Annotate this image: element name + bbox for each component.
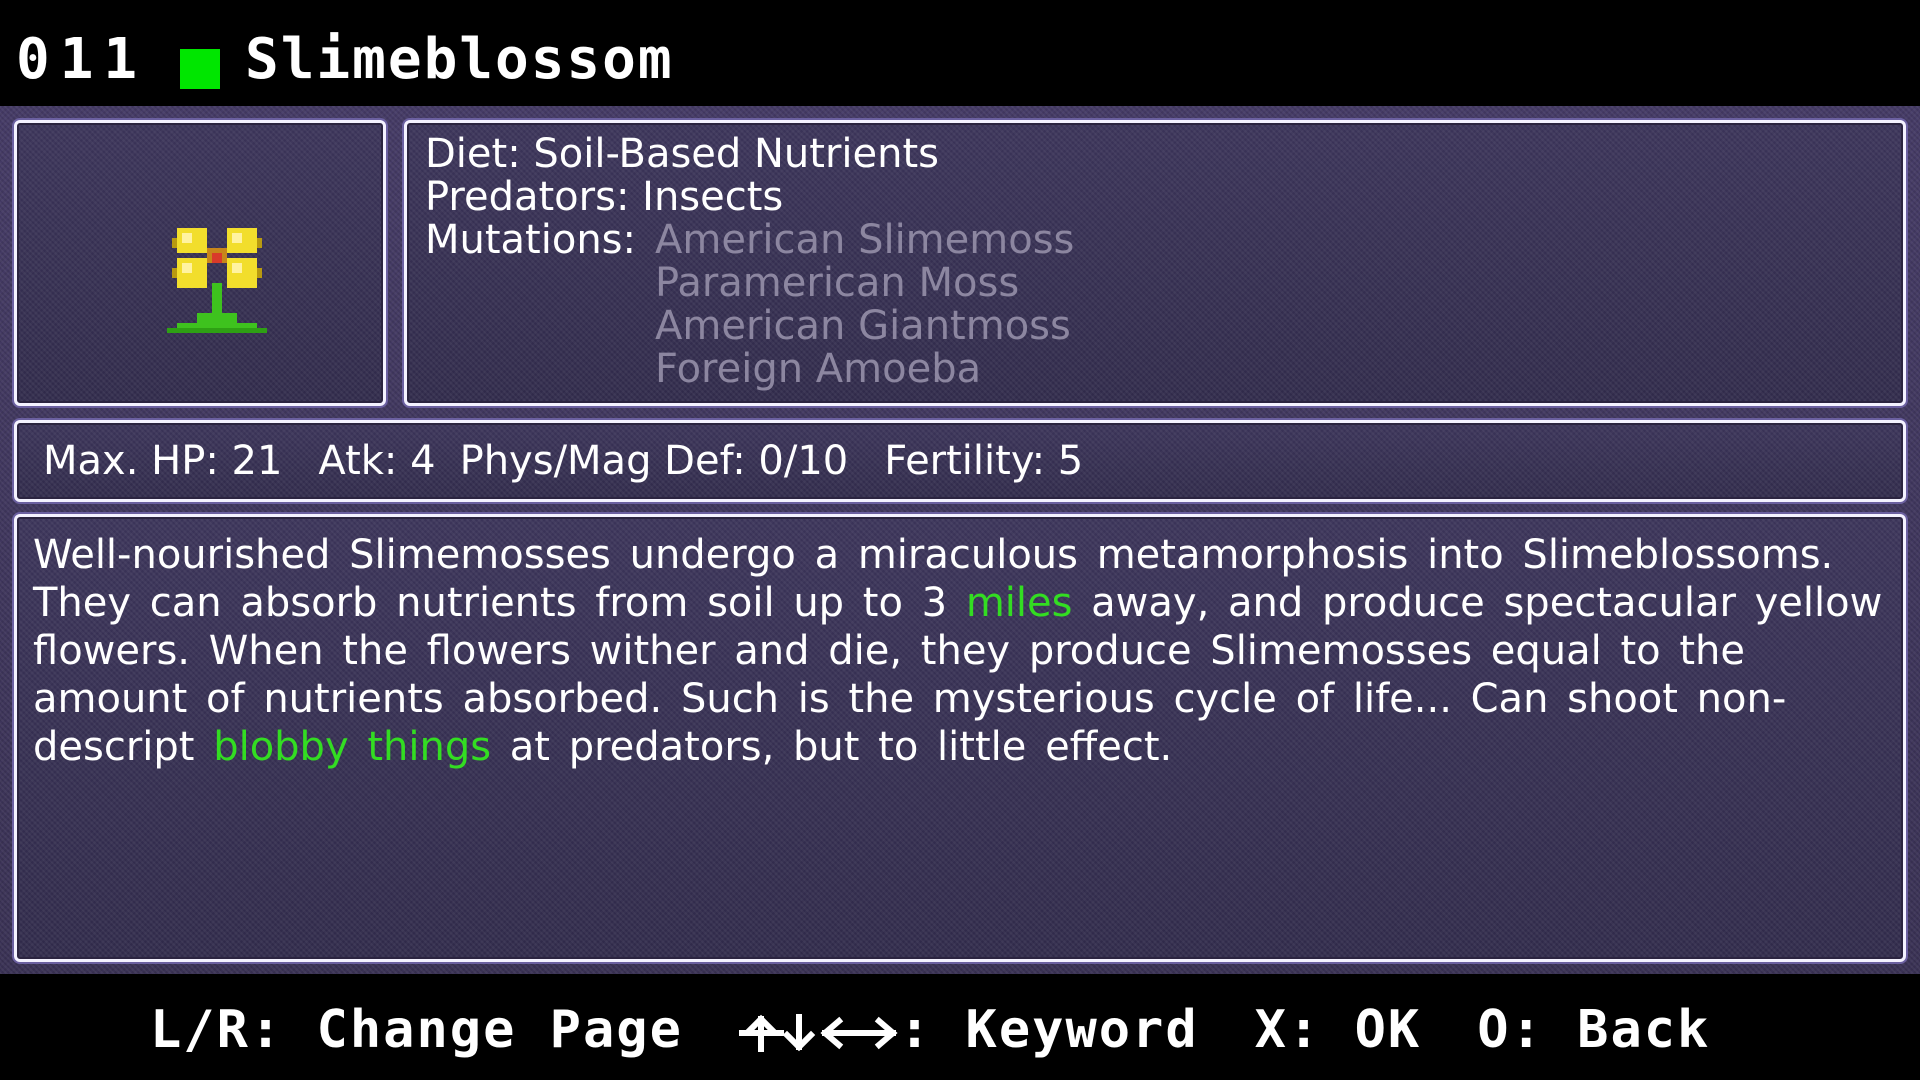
species-name: Slimeblossom xyxy=(245,27,674,92)
yellow-flower-sprite-icon xyxy=(167,228,267,333)
change-page-hint[interactable]: L/R: Change Page xyxy=(150,1000,683,1060)
info-panel: Diet: Soil-Based Nutrients Predators: In… xyxy=(404,120,1906,406)
keyword-hint[interactable]: : Keyword xyxy=(738,1000,1199,1060)
mutation-item: American Giantmoss xyxy=(655,303,1071,349)
predators-line: Predators: Insects xyxy=(425,176,1074,219)
keyword-hint-label: : Keyword xyxy=(898,1000,1199,1060)
attack-stat: Atk: 4 xyxy=(318,438,436,484)
mutations-line: Mutations: American Slimemoss Paramerica… xyxy=(425,219,1074,391)
entry-number: 011 xyxy=(16,27,148,92)
ok-hint[interactable]: X: OK xyxy=(1255,1000,1422,1060)
back-hint[interactable]: O: Back xyxy=(1477,1000,1710,1060)
diet-label: Diet: xyxy=(425,131,521,177)
predators-value: Insects xyxy=(642,174,784,220)
diet-value: Soil-Based Nutrients xyxy=(533,131,940,177)
header-bar: 011 Slimeblossom xyxy=(0,0,1920,106)
mutations-list: American Slimemoss Paramerican Moss Amer… xyxy=(655,219,1074,391)
stats-panel: Max. HP: 21 Atk: 4 Phys/Mag Def: 0/10 Fe… xyxy=(14,420,1906,502)
status-square-icon xyxy=(180,49,220,89)
keyword-miles[interactable]: miles xyxy=(966,580,1073,626)
description-panel: Well-nourished Slimemosses undergo a mir… xyxy=(14,514,1906,962)
description-text: Well-nourished Slimemosses undergo a mir… xyxy=(33,531,1893,771)
controls-footer: L/R: Change Page : Keyword X: OK O: Back xyxy=(0,974,1920,1080)
mutation-item: Foreign Amoeba xyxy=(655,346,982,392)
portrait-panel xyxy=(14,120,386,406)
diet-line: Diet: Soil-Based Nutrients xyxy=(425,133,1074,176)
defense-stat: Phys/Mag Def: 0/10 xyxy=(459,438,849,484)
mutation-item: American Slimemoss xyxy=(655,217,1075,263)
fertility-stat: Fertility: 5 xyxy=(884,438,1084,484)
mutations-label: Mutations: xyxy=(425,217,636,263)
predators-label: Predators: xyxy=(425,174,630,220)
description-part: at predators, but to little effect. xyxy=(491,724,1173,770)
mutation-item: Paramerican Moss xyxy=(655,260,1020,306)
keyword-blobby-things[interactable]: blobby things xyxy=(213,724,491,770)
four-way-arrows-icon xyxy=(738,1014,898,1052)
max-hp-stat: Max. HP: 21 xyxy=(43,438,283,484)
bestiary-content: Diet: Soil-Based Nutrients Predators: In… xyxy=(0,106,1920,974)
